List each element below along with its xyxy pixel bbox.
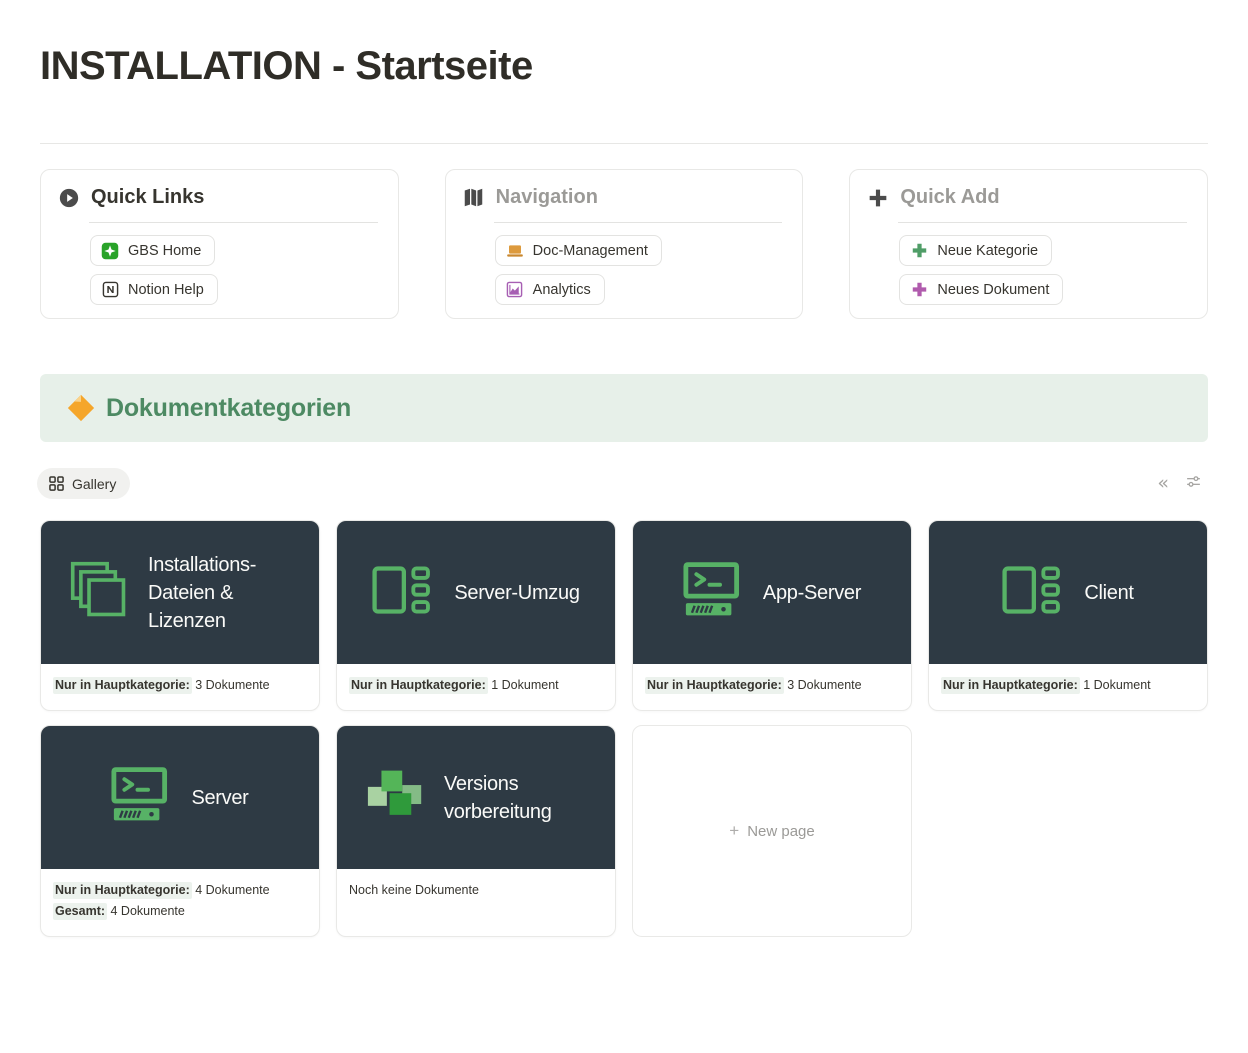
- stat-value: 1 Dokument: [1080, 678, 1151, 692]
- orange-diamond-icon: [66, 393, 96, 423]
- top-cards-row: Quick Links GBS Home Notion Help: [40, 169, 1208, 319]
- navigation-card: Navigation Doc-Management Analytics: [445, 169, 804, 319]
- notion-page: INSTALLATION - Startseite Quick Links GB…: [0, 44, 1248, 937]
- category-card-server-umzug[interactable]: Server-Umzug Nur in Hauptkategorie: 1 Do…: [336, 520, 616, 711]
- stat-label: Nur in Hauptkategorie:: [53, 882, 192, 899]
- new-page-button[interactable]: + New page: [632, 725, 912, 937]
- stat-value: 3 Dokumente: [784, 678, 862, 692]
- gallery-view-tab[interactable]: Gallery: [37, 468, 130, 499]
- view-settings-icon[interactable]: [1185, 473, 1202, 495]
- map-icon: [463, 187, 485, 209]
- quick-links-card: Quick Links GBS Home Notion Help: [40, 169, 399, 319]
- card-cover-title: Server-Umzug: [454, 579, 579, 607]
- doc-management-label: Doc-Management: [533, 243, 648, 259]
- neue-kategorie-label: Neue Kategorie: [937, 243, 1038, 259]
- plus-green-icon: [910, 242, 928, 260]
- gbs-app-icon: [101, 242, 119, 260]
- category-card-app-server[interactable]: App-Server Nur in Hauptkategorie: 3 Doku…: [632, 520, 912, 711]
- card-caption: Nur in Hauptkategorie: 1 Dokument: [929, 664, 1207, 710]
- neues-dokument-label: Neues Dokument: [937, 282, 1049, 298]
- notion-help-button[interactable]: Notion Help: [90, 274, 218, 305]
- card-cover-title: Versions vorbereitung: [444, 770, 586, 826]
- quick-add-card: Quick Add Neue Kategorie Neues Dokument: [849, 169, 1208, 319]
- divider: [898, 222, 1187, 223]
- gallery-grid-icon: [49, 476, 64, 491]
- quick-links-title: Quick Links: [91, 186, 204, 209]
- card-caption: Nur in Hauptkategorie: 3 Dokumente: [41, 664, 319, 710]
- stat-value: 3 Dokumente: [192, 678, 270, 692]
- stacked-squares-icon: [70, 561, 128, 624]
- stat-value: 4 Dokumente: [107, 904, 185, 918]
- navigation-title: Navigation: [496, 186, 598, 209]
- gallery-grid: Installations-Dateien & Lizenzen Nur in …: [40, 520, 1208, 937]
- category-card-server[interactable]: Server Nur in Hauptkategorie: 4 Dokument…: [40, 725, 320, 937]
- stat-value: 1 Dokument: [488, 678, 559, 692]
- divider: [89, 222, 378, 223]
- stat-label: Nur in Hauptkategorie:: [941, 677, 1080, 694]
- card-cover-title: Client: [1084, 579, 1133, 607]
- page-title: INSTALLATION - Startseite: [40, 44, 1208, 89]
- divider: [40, 143, 1208, 144]
- pinwheel-squares-icon: [366, 767, 424, 828]
- gallery-toolbar: Gallery «: [40, 468, 1208, 499]
- plus-purple-icon: [910, 281, 928, 299]
- notion-logo-icon: [101, 281, 119, 299]
- card-caption: Nur in Hauptkategorie: 3 Dokumente: [633, 664, 911, 710]
- plus-icon: +: [729, 821, 739, 841]
- stat-label: Nur in Hauptkategorie:: [53, 677, 192, 694]
- card-cover: App-Server: [633, 521, 911, 664]
- card-caption: Nur in Hauptkategorie: 4 Dokumente Gesam…: [41, 869, 319, 936]
- document-list-icon: [372, 565, 434, 620]
- doc-management-button[interactable]: Doc-Management: [495, 235, 662, 266]
- gbs-home-label: GBS Home: [128, 243, 201, 259]
- card-cover-title: App-Server: [763, 579, 861, 607]
- card-cover-title: Server: [191, 784, 248, 812]
- card-cover: Client: [929, 521, 1207, 664]
- stat-label: Nur in Hauptkategorie:: [349, 677, 488, 694]
- stat-label: Gesamt:: [53, 903, 107, 920]
- navigation-header: Navigation: [463, 186, 783, 209]
- card-cover: Server: [41, 726, 319, 869]
- terminal-server-icon: [111, 767, 171, 828]
- category-card-versionsvorbereitung[interactable]: Versions vorbereitung Noch keine Dokumen…: [336, 725, 616, 937]
- play-circle-icon: [58, 187, 80, 209]
- gbs-home-button[interactable]: GBS Home: [90, 235, 215, 266]
- card-cover-title: Installations-Dateien & Lizenzen: [148, 551, 290, 635]
- new-page-label: New page: [747, 823, 815, 840]
- neues-dokument-button[interactable]: Neues Dokument: [899, 274, 1063, 305]
- card-note: Noch keine Dokumente: [349, 881, 603, 899]
- laptop-icon: [506, 242, 524, 260]
- gallery-view-label: Gallery: [72, 476, 116, 492]
- divider: [494, 222, 783, 223]
- card-caption: Nur in Hauptkategorie: 1 Dokument: [337, 664, 615, 710]
- card-cover: Versions vorbereitung: [337, 726, 615, 869]
- collapse-chevrons-icon[interactable]: «: [1157, 474, 1169, 493]
- card-caption: Noch keine Dokumente: [337, 869, 615, 936]
- category-card-installations-dateien[interactable]: Installations-Dateien & Lizenzen Nur in …: [40, 520, 320, 711]
- dokumentkategorien-callout: Dokumentkategorien: [40, 374, 1208, 442]
- quick-add-header: Quick Add: [867, 186, 1187, 209]
- analytics-button[interactable]: Analytics: [495, 274, 605, 305]
- card-cover: Server-Umzug: [337, 521, 615, 664]
- plus-icon: [867, 187, 889, 209]
- analytics-label: Analytics: [533, 282, 591, 298]
- stat-label: Nur in Hauptkategorie:: [645, 677, 784, 694]
- stat-value: 4 Dokumente: [192, 883, 270, 897]
- notion-help-label: Notion Help: [128, 282, 204, 298]
- neue-kategorie-button[interactable]: Neue Kategorie: [899, 235, 1052, 266]
- quick-links-header: Quick Links: [58, 186, 378, 209]
- callout-title: Dokumentkategorien: [106, 394, 351, 423]
- terminal-server-icon: [683, 562, 743, 623]
- quick-add-title: Quick Add: [900, 186, 999, 209]
- card-cover: Installations-Dateien & Lizenzen: [41, 521, 319, 664]
- category-card-client[interactable]: Client Nur in Hauptkategorie: 1 Dokument: [928, 520, 1208, 711]
- chart-icon: [506, 281, 524, 299]
- document-list-icon: [1002, 565, 1064, 620]
